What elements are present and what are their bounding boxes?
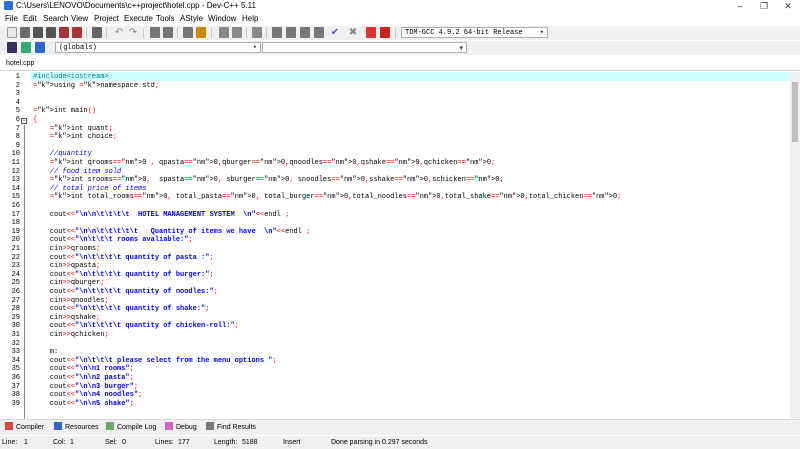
code-line: cout<<"\n\n\t\t\t\t HOTEL MANAGEMENT SYS… <box>33 210 290 219</box>
resources-icon <box>54 422 62 430</box>
status-mode: Insert <box>283 439 301 446</box>
title-bar: C:\Users\LENOVO\Documents\c++project\hot… <box>0 0 800 12</box>
window-icon[interactable] <box>286 27 296 38</box>
bookmark-list-icon[interactable] <box>35 42 45 53</box>
menu-tools[interactable]: Tools <box>156 13 175 25</box>
tile-icon[interactable] <box>300 27 310 38</box>
compiler-icon <box>5 422 13 430</box>
minimize-button[interactable]: – <box>728 0 752 12</box>
tab-debug-label: Debug <box>176 424 197 431</box>
status-lines-label: Lines: <box>155 439 174 446</box>
class-toolbar: (globals) ▾ ▾ <box>0 41 800 55</box>
symbol-select[interactable]: ▾ <box>262 42 467 53</box>
debug-icon[interactable] <box>380 27 390 38</box>
tab-compile-log-label: Compile Log <box>117 424 157 431</box>
status-col-value: 1 <box>70 439 74 446</box>
line-number-gutter: 1 2 3 4 5 6 7 8 9 10 11 12 13 14 15 16 17 18 19 20 21 22 23 24 2… <box>0 72 30 419</box>
status-sel-value: 0 <box>122 439 126 446</box>
compile-log-icon <box>106 422 114 430</box>
debug-tab-icon <box>165 422 173 430</box>
tab-debug[interactable]: Debug <box>165 420 197 435</box>
menu-view[interactable]: View <box>71 13 88 25</box>
status-line-value: 1 <box>24 439 28 446</box>
main-toolbar: ↶ ↷ ✔ ✖ TDM-GCC 4.9.2 64-bit Release ▾ <box>0 26 800 40</box>
menu-bar: File Edit Search View Project Execute To… <box>0 13 800 25</box>
redo-icon[interactable]: ↷ <box>128 27 138 38</box>
new-file-icon[interactable] <box>7 27 17 38</box>
goto-line-icon[interactable] <box>183 27 193 38</box>
find-results-icon <box>206 422 214 430</box>
tab-compiler-label: Compiler <box>16 424 45 431</box>
save-all-icon[interactable] <box>46 27 56 38</box>
compiler-select[interactable]: TDM-GCC 4.9.2 64-bit Release ▾ <box>401 27 548 38</box>
status-length-label: Length: <box>214 439 238 446</box>
code-line: ="k">int main() <box>33 107 97 116</box>
close-button[interactable]: ✕ <box>776 0 800 12</box>
tab-resources[interactable]: Resources <box>54 420 98 435</box>
chevron-down-icon: ▾ <box>459 45 463 52</box>
grid-icon[interactable] <box>272 27 282 38</box>
close-all-icon[interactable] <box>72 27 82 38</box>
menu-astyle[interactable]: AStyle <box>180 13 203 25</box>
menu-file[interactable]: File <box>5 13 18 25</box>
menu-project[interactable]: Project <box>94 13 119 25</box>
tab-compiler[interactable]: Compiler <box>5 420 44 435</box>
status-message: Done parsing in 0.297 seconds <box>331 439 428 446</box>
scrollbar-thumb[interactable] <box>792 82 798 142</box>
check-icon[interactable]: ✔ <box>330 27 340 38</box>
stop-icon[interactable]: ✖ <box>348 27 358 38</box>
close-file-icon[interactable] <box>59 27 69 38</box>
status-length-value: 5188 <box>242 439 258 446</box>
menu-edit[interactable]: Edit <box>23 13 37 25</box>
scope-select[interactable]: (globals) ▾ <box>55 42 261 53</box>
unindent-icon[interactable] <box>219 27 229 38</box>
chevron-down-icon: ▾ <box>539 29 544 37</box>
menu-help[interactable]: Help <box>242 13 258 25</box>
bookmark-icon[interactable] <box>196 27 206 38</box>
tab-find-results-label: Find Results <box>217 424 256 431</box>
tab-find-results[interactable]: Find Results <box>206 420 256 435</box>
open-file-icon[interactable] <box>20 27 30 38</box>
code-line: ="k">using ="k">namespace std; <box>33 81 160 90</box>
compiler-select-value: TDM-GCC 4.9.2 64-bit Release <box>405 29 523 37</box>
menu-search[interactable]: Search <box>43 13 68 25</box>
replace-icon[interactable] <box>163 27 173 38</box>
status-bar: Line: 1 Col: 1 Sel: 0 Lines: 177 Length:… <box>0 436 800 449</box>
fold-toggle-icon[interactable]: − <box>21 117 27 124</box>
classes-icon[interactable] <box>314 27 324 38</box>
chart-icon[interactable] <box>366 27 376 38</box>
app-icon <box>4 1 13 10</box>
status-sel-label: Sel: <box>105 439 118 446</box>
line-number: 39 <box>11 399 20 408</box>
chevron-down-icon: ▾ <box>252 44 257 52</box>
code-line: cin>>qchicken; <box>33 331 109 339</box>
print-icon[interactable] <box>92 27 102 38</box>
indent-icon[interactable] <box>232 27 242 38</box>
menu-window[interactable]: Window <box>208 13 236 25</box>
scope-select-value: (globals) <box>59 44 97 52</box>
save-icon[interactable] <box>33 27 43 38</box>
code-line: ="k">int total_rooms=="nm">0, total_past… <box>49 193 622 202</box>
status-lines-value: 177 <box>178 439 190 446</box>
tab-resources-label: Resources <box>65 424 99 431</box>
find-icon[interactable] <box>150 27 160 38</box>
code-line: cout<<"\n\n5 shake"; <box>33 399 134 408</box>
tab-hotel-cpp[interactable]: hotel.cpp <box>0 58 41 70</box>
menu-execute[interactable]: Execute <box>124 13 153 25</box>
vertical-scrollbar[interactable] <box>790 72 800 418</box>
tab-compile-log[interactable]: Compile Log <box>106 420 156 435</box>
toggle-comment-icon[interactable] <box>252 27 262 38</box>
maximize-button[interactable]: ❐ <box>752 0 776 12</box>
undo-icon[interactable]: ↶ <box>114 27 124 38</box>
code-line: ="k">int choice; <box>49 133 118 142</box>
bottom-panel-tabs: Compiler Resources Compile Log Debug Fin… <box>0 419 800 435</box>
insert-icon[interactable] <box>7 42 17 53</box>
status-col-label: Col: <box>53 439 66 446</box>
status-line-label: Line: <box>2 439 18 446</box>
code-editor[interactable]: #include<iostream> ="k">using ="k">namesp… <box>30 72 790 418</box>
fold-line <box>24 124 25 419</box>
window-title: C:\Users\LENOVO\Documents\c++project\hot… <box>16 1 256 10</box>
goto-icon[interactable] <box>21 42 31 53</box>
